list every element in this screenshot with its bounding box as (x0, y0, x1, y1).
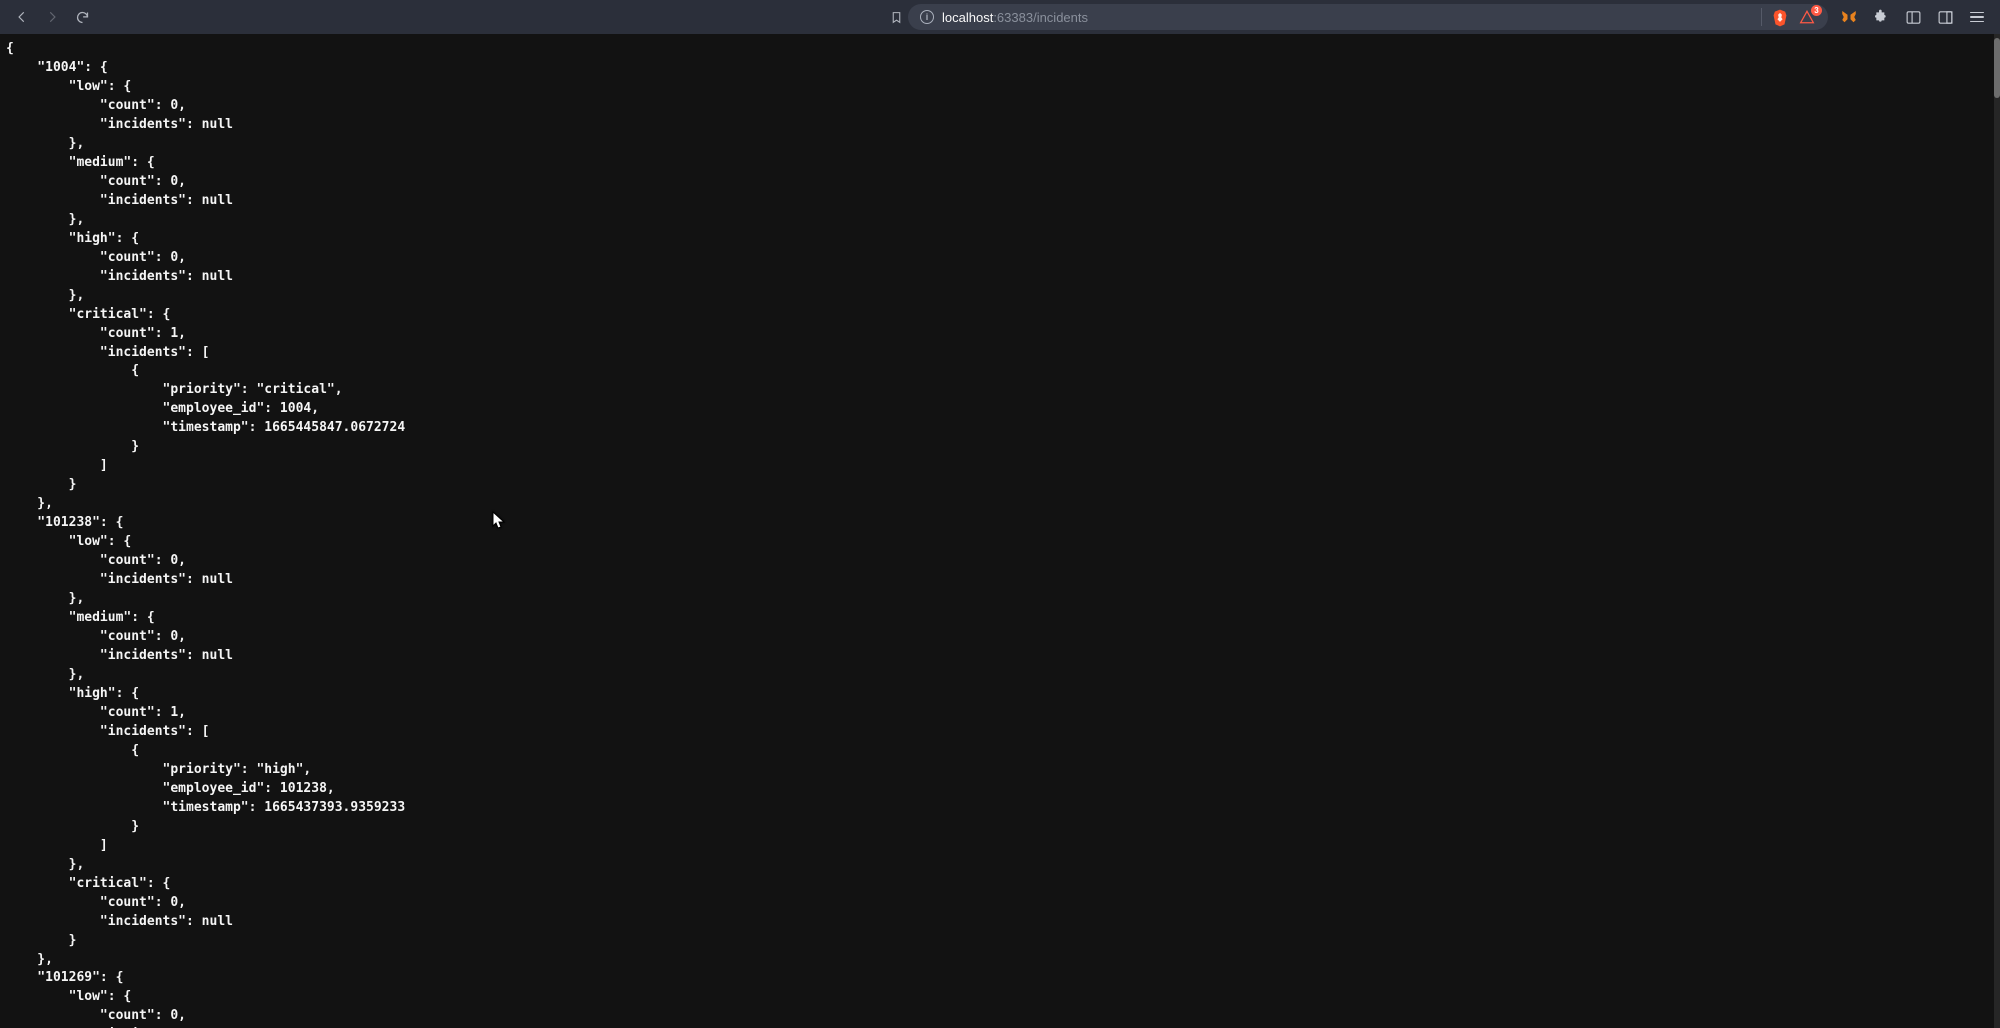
back-button[interactable] (14, 9, 30, 25)
toolbar-right-group (1840, 8, 1986, 26)
forward-button[interactable] (44, 9, 60, 25)
sidebar-toggle-icon[interactable] (1904, 8, 1922, 26)
extensions-icon[interactable] (1872, 8, 1890, 26)
wallet-panel-icon[interactable] (1936, 8, 1954, 26)
metamask-extension-icon[interactable] (1840, 8, 1858, 26)
app-menu-icon[interactable] (1968, 8, 1986, 26)
brave-rewards-icon[interactable]: 3 (1798, 9, 1816, 25)
address-bar[interactable]: i localhost:63383/incidents 3 (908, 4, 1828, 30)
scrollbar-track[interactable] (1994, 34, 2000, 1028)
omnibox-container: i localhost:63383/incidents 3 (102, 4, 1828, 30)
rewards-badge-count: 3 (1811, 5, 1822, 16)
brave-shields-icon[interactable] (1772, 9, 1788, 25)
omnibox-right-icons: 3 (1761, 8, 1816, 26)
page-viewport[interactable]: { "1004": { "low": { "count": 0, "incide… (0, 34, 2000, 1028)
reload-button[interactable] (74, 9, 90, 25)
omnibox-divider (1761, 8, 1762, 26)
site-info-icon[interactable]: i (920, 10, 934, 24)
url-text: localhost:63383/incidents (942, 10, 1088, 25)
bookmark-icon[interactable] (888, 9, 904, 25)
browser-toolbar: i localhost:63383/incidents 3 (0, 0, 2000, 34)
nav-button-group (14, 9, 90, 25)
json-response-body: { "1004": { "low": { "count": 0, "incide… (0, 34, 2000, 1028)
scrollbar-thumb[interactable] (1994, 38, 2000, 98)
